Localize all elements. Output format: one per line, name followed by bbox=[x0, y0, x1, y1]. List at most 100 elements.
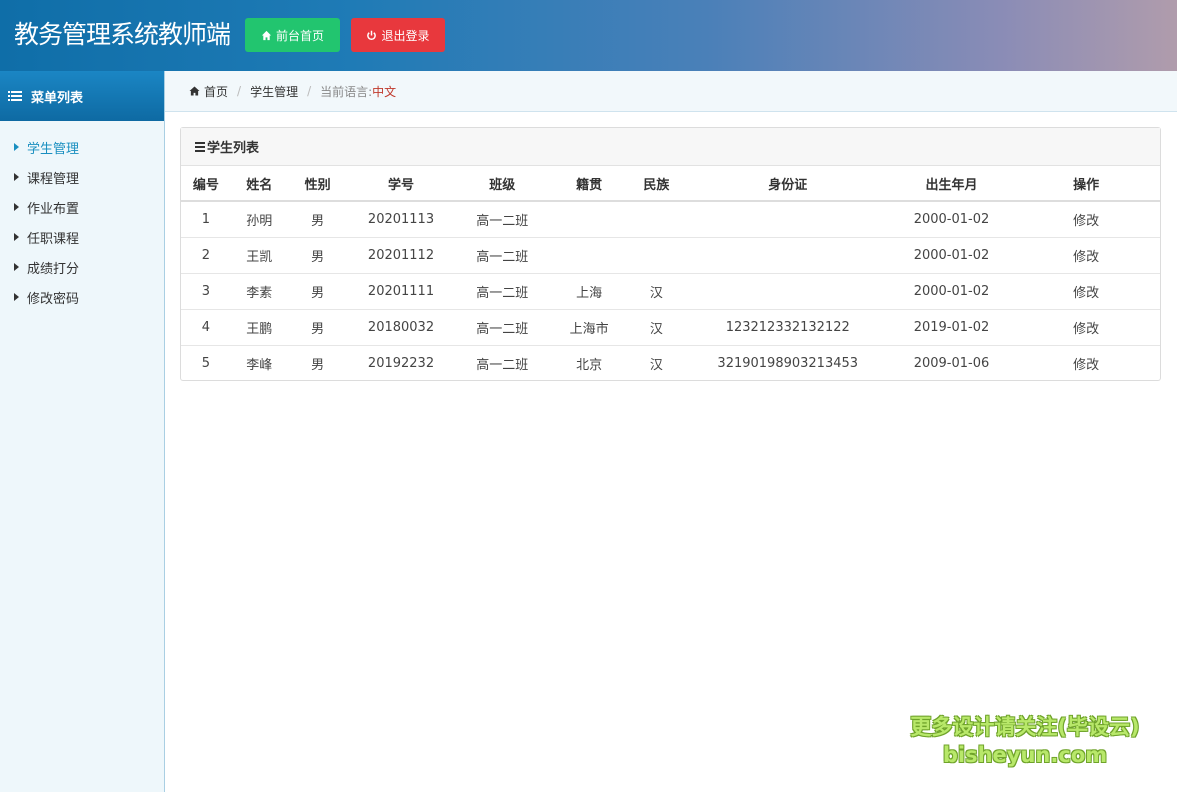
cell-name: 王凯 bbox=[230, 236, 288, 273]
sidebar-item-change-password[interactable]: 修改密码 bbox=[0, 282, 164, 312]
cell-gender: 男 bbox=[287, 236, 348, 273]
home-icon bbox=[261, 30, 272, 40]
sidebar-item-course-management[interactable]: 课程管理 bbox=[0, 162, 164, 192]
menu-bars-icon bbox=[195, 141, 205, 152]
breadcrumb-separator: / bbox=[307, 84, 312, 98]
sidebar-item-label: 学生管理 bbox=[27, 141, 80, 157]
cell-student-no: 20201112 bbox=[347, 236, 455, 273]
cell-birth-date: 2000-01-02 bbox=[913, 211, 990, 227]
cell-student-no: 20192232 bbox=[347, 344, 455, 381]
frontend-home-button[interactable]: 前台首页 bbox=[245, 18, 340, 52]
table-row: 5 李峰 男 20192232 高一二班 北京 汉 32190198903213… bbox=[181, 344, 1160, 381]
cell-student-no: 20180032 bbox=[347, 308, 455, 345]
cell-id: 5 bbox=[181, 344, 231, 381]
column-header-class: 班级 bbox=[454, 166, 551, 202]
cell-class: 高一二班 bbox=[454, 344, 551, 381]
sidebar-item-label: 作业布置 bbox=[27, 201, 80, 217]
cell-id-card: 123212332132122 bbox=[684, 308, 891, 345]
watermark-line1: 更多设计请关注(毕设云) bbox=[910, 715, 1140, 739]
cell-student-no: 20201111 bbox=[347, 272, 455, 309]
logout-button[interactable]: 退出登录 bbox=[351, 18, 445, 52]
column-header-gender: 性别 bbox=[287, 166, 348, 202]
cell-id: 4 bbox=[181, 308, 231, 345]
watermark-line2: bisheyun.com bbox=[942, 743, 1108, 767]
sidebar-menu: 学生管理 课程管理 作业布置 任职课程 成绩打分 修改密码 bbox=[0, 121, 164, 312]
cell-birth-date: 2009-01-06 bbox=[890, 344, 1013, 381]
sidebar-item-label: 成绩打分 bbox=[27, 261, 80, 277]
caret-right-icon bbox=[14, 203, 19, 211]
cell-ethnicity bbox=[628, 201, 685, 237]
language-value: 中文 bbox=[372, 84, 397, 99]
cell-hometown bbox=[550, 201, 628, 237]
sidebar-item-student-management[interactable]: 学生管理 bbox=[0, 132, 164, 162]
student-list-panel: 学生列表 编号 姓名 性别 学号 班级 籍贯 民族 身份证 出生年月 操作 1 bbox=[180, 127, 1161, 381]
panel-title: 学生列表 bbox=[207, 141, 260, 156]
sidebar-item-grading[interactable]: 成绩打分 bbox=[0, 252, 164, 282]
sidebar-item-label: 任职课程 bbox=[27, 231, 80, 247]
breadcrumb-current: 学生管理 bbox=[250, 84, 299, 99]
sidebar-item-teaching-courses[interactable]: 任职课程 bbox=[0, 222, 164, 252]
cell-id-card bbox=[684, 236, 891, 273]
cell-id: 1 bbox=[201, 211, 211, 227]
sidebar-item-homework[interactable]: 作业布置 bbox=[0, 192, 164, 222]
caret-right-icon bbox=[14, 293, 19, 301]
top-header: 教务管理系统教师端 前台首页 退出登录 bbox=[0, 0, 1177, 71]
edit-link[interactable]: 修改 bbox=[1012, 236, 1160, 273]
list-icon bbox=[8, 91, 22, 101]
power-icon bbox=[367, 30, 377, 40]
table-row: 3 李素 男 20201111 高一二班 上海 汉 2000-01-02 修改 bbox=[181, 272, 1160, 309]
table-row: 4 王鹏 男 20180032 高一二班 上海市 汉 1232123321321… bbox=[181, 308, 1160, 345]
sidebar-header: 菜单列表 bbox=[0, 71, 164, 121]
sidebar-title: 菜单列表 bbox=[31, 90, 84, 106]
cell-gender: 男 bbox=[311, 213, 325, 229]
column-header-ethnicity: 民族 bbox=[627, 166, 685, 202]
cell-name: 王鹏 bbox=[230, 308, 288, 345]
cell-hometown bbox=[550, 236, 628, 273]
cell-name: 孙明 bbox=[246, 213, 273, 229]
breadcrumb: 首页 / 学生管理 / 当前语言: 中文 bbox=[165, 71, 1177, 112]
cell-name: 李峰 bbox=[230, 344, 288, 381]
cell-birth-date: 2000-01-02 bbox=[890, 236, 1013, 273]
cell-birth-date: 2000-01-02 bbox=[890, 272, 1013, 309]
cell-student-no: 20201113 bbox=[367, 211, 435, 227]
cell-hometown: 上海市 bbox=[550, 308, 628, 345]
table-header-row: 编号 姓名 性别 学号 班级 籍贯 民族 身份证 出生年月 操作 bbox=[181, 166, 1160, 202]
column-header-student-no: 学号 bbox=[347, 166, 455, 202]
cell-id: 3 bbox=[181, 272, 231, 309]
language-label: 当前语言: bbox=[320, 84, 373, 99]
cell-class: 高一二班 bbox=[476, 213, 529, 229]
cell-class: 高一二班 bbox=[454, 236, 551, 273]
cell-id-card bbox=[685, 201, 891, 237]
column-header-id: 编号 bbox=[181, 166, 231, 202]
column-header-id-card: 身份证 bbox=[684, 166, 891, 202]
cell-gender: 男 bbox=[287, 344, 348, 381]
cell-birth-date: 2019-01-02 bbox=[890, 308, 1013, 345]
cell-gender: 男 bbox=[287, 308, 348, 345]
cell-ethnicity: 汉 bbox=[627, 308, 685, 345]
edit-link[interactable]: 修改 bbox=[1012, 272, 1160, 309]
sidebar-item-label: 修改密码 bbox=[27, 291, 80, 307]
sidebar-item-label: 课程管理 bbox=[27, 171, 80, 187]
column-header-hometown: 籍贯 bbox=[550, 166, 628, 202]
app-title: 教务管理系统教师端 bbox=[14, 20, 231, 49]
cell-class: 高一二班 bbox=[454, 272, 551, 309]
breadcrumb-home[interactable]: 首页 bbox=[189, 83, 228, 100]
cell-class: 高一二班 bbox=[454, 308, 551, 345]
column-header-birth-date: 出生年月 bbox=[890, 166, 1013, 202]
home-icon bbox=[189, 86, 200, 96]
student-table: 编号 姓名 性别 学号 班级 籍贯 民族 身份证 出生年月 操作 1 孙明 男 … bbox=[181, 166, 1160, 381]
edit-link[interactable]: 修改 bbox=[1012, 201, 1160, 237]
cell-ethnicity bbox=[627, 236, 685, 273]
edit-link[interactable]: 修改 bbox=[1012, 344, 1160, 381]
logout-label: 退出登录 bbox=[381, 28, 430, 43]
cell-id: 2 bbox=[181, 236, 231, 273]
cell-id-card bbox=[684, 272, 891, 309]
breadcrumb-home-label: 首页 bbox=[204, 84, 229, 99]
column-header-actions: 操作 bbox=[1012, 166, 1160, 202]
cell-hometown: 上海 bbox=[550, 272, 628, 309]
cell-hometown: 北京 bbox=[550, 344, 628, 381]
caret-right-icon bbox=[14, 143, 19, 151]
cell-id-card: 32190198903213453 bbox=[684, 344, 891, 381]
edit-link[interactable]: 修改 bbox=[1012, 308, 1160, 345]
sidebar: 菜单列表 学生管理 课程管理 作业布置 任职课程 成绩打分 修改密码 bbox=[0, 71, 165, 792]
